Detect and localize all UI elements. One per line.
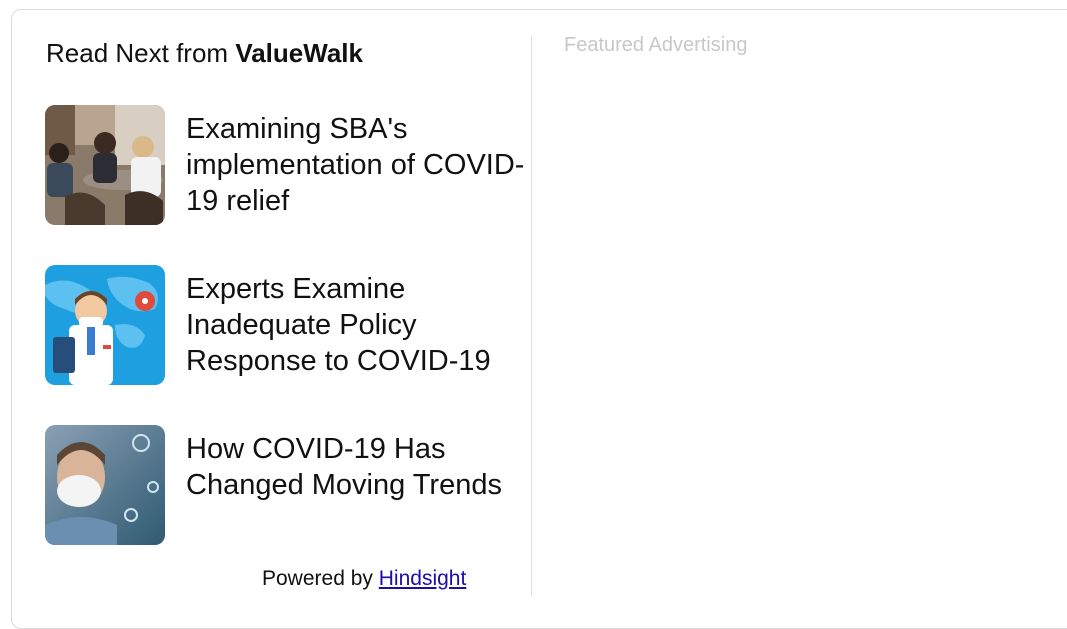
column-divider [531, 36, 532, 596]
article-title[interactable]: Experts Examine Inadequate Policy Respon… [186, 271, 531, 379]
powered-by-label: Powered by [262, 567, 373, 590]
read-next-column: Read Next from ValueWalk Examining SBA's… [12, 10, 532, 610]
students-cafe-photo[interactable] [45, 105, 165, 225]
heading-prefix: Read Next from [46, 38, 229, 68]
article-title[interactable]: Examining SBA's implementation of COVID-… [186, 111, 531, 219]
widget-heading: Read Next from ValueWalk [46, 38, 363, 69]
article-item[interactable]: Examining SBA's implementation of COVID-… [45, 105, 525, 225]
masked-man-photo[interactable] [45, 425, 165, 545]
doctor-virus-illustration[interactable] [45, 265, 165, 385]
article-item[interactable]: How COVID-19 Has Changed Moving Trends [45, 425, 525, 545]
read-next-widget: Read Next from ValueWalk Examining SBA's… [11, 9, 1067, 629]
hindsight-link[interactable]: Hindsight [379, 567, 467, 590]
article-item[interactable]: Experts Examine Inadequate Policy Respon… [45, 265, 525, 385]
article-title[interactable]: How COVID-19 Has Changed Moving Trends [186, 431, 531, 503]
featured-advertising-label: Featured Advertising [564, 34, 748, 56]
powered-by: Powered by Hindsight [262, 567, 466, 591]
heading-brand: ValueWalk [235, 38, 363, 68]
